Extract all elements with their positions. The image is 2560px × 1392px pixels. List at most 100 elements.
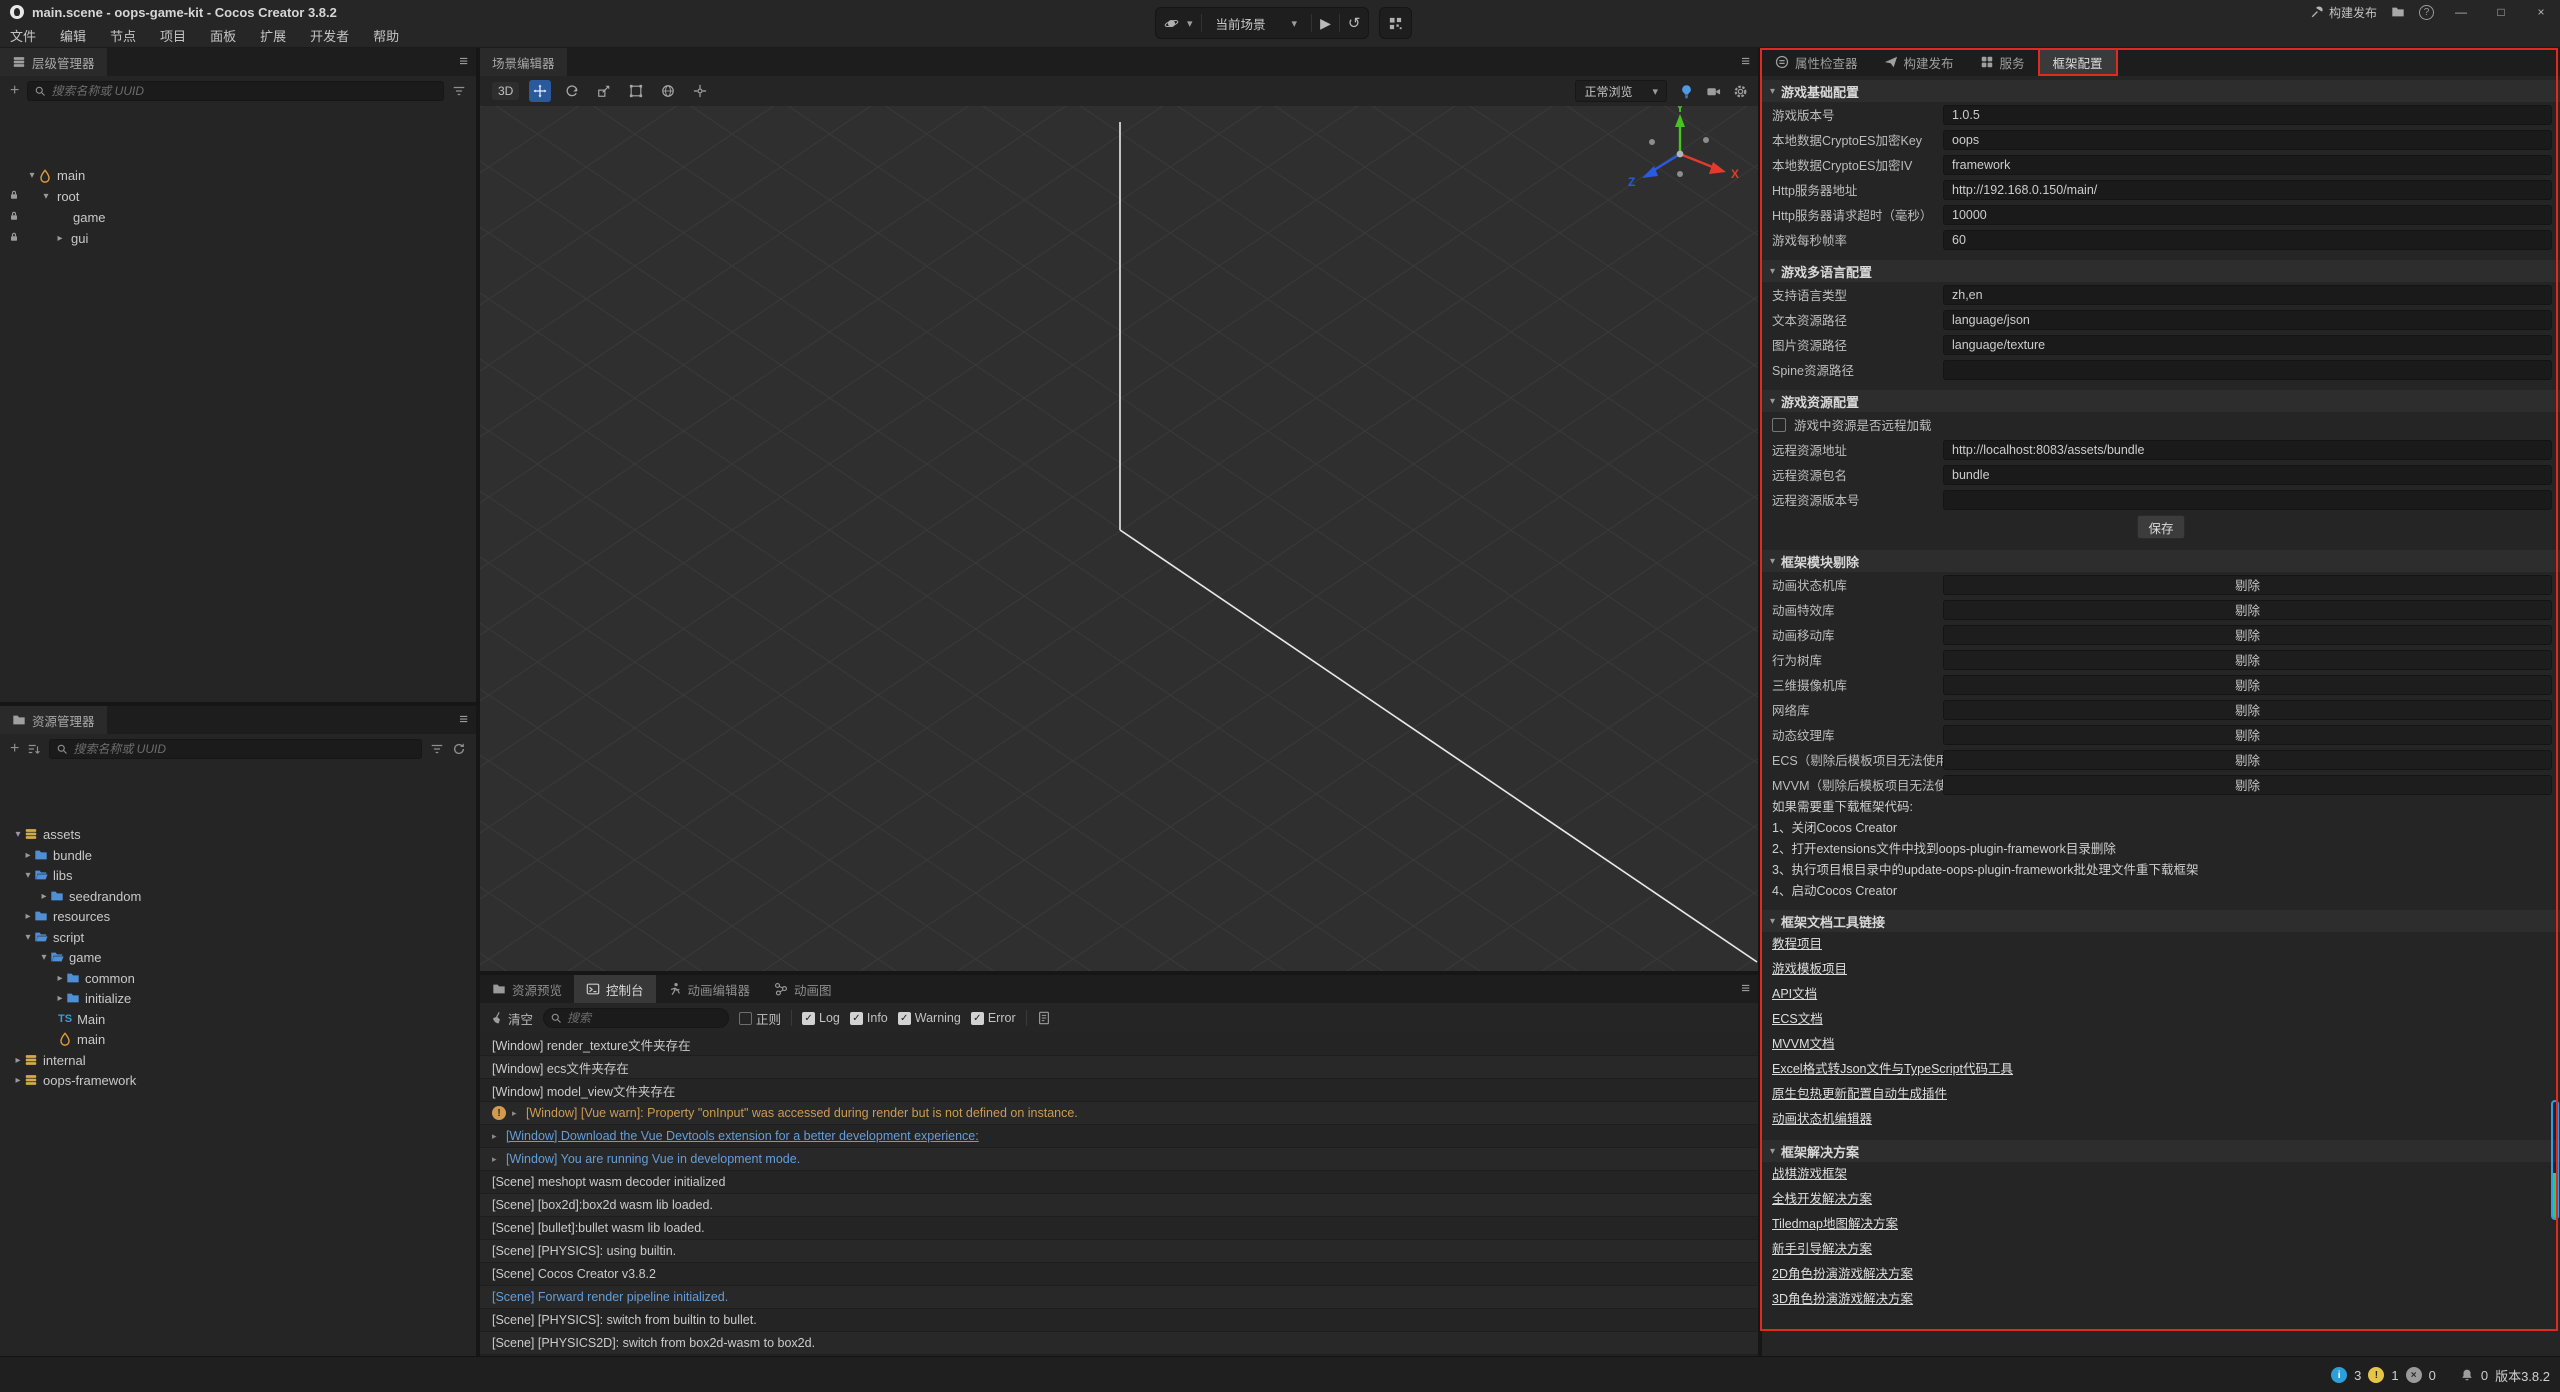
scene-camera-icon[interactable] xyxy=(1706,84,1721,99)
http-timeout-input[interactable] xyxy=(1943,205,2552,225)
tab-framework-config[interactable]: 框架配置 xyxy=(2038,48,2118,76)
remove-module-button[interactable]: 剔除 xyxy=(1943,750,2552,770)
info-count-icon[interactable]: i xyxy=(2331,1367,2347,1383)
scale-tool-button[interactable] xyxy=(593,80,615,102)
preview-target-chevron-icon[interactable]: ▾ xyxy=(1187,17,1193,30)
console-line[interactable]: [Scene] [box2d]:box2d wasm lib loaded. xyxy=(480,1194,1758,1217)
link-game-template-project[interactable]: 游戏模板项目 xyxy=(1772,957,1847,982)
tab-scene-editor[interactable]: 场景编辑器 xyxy=(480,48,567,76)
asset-node-game[interactable]: ▾ game xyxy=(0,947,476,967)
tab-hierarchy[interactable]: 层级管理器 xyxy=(0,48,107,76)
filter-info-checkbox[interactable]: ✓Info xyxy=(850,1011,888,1025)
filter-error-checkbox[interactable]: ✓Error xyxy=(971,1011,1016,1025)
asset-node-libs[interactable]: ▾ libs xyxy=(0,865,476,885)
expand-icon[interactable]: ▾ xyxy=(26,170,38,181)
text-res-path-input[interactable] xyxy=(1943,310,2552,330)
launch-scene-select[interactable]: 当前场景 ▾ xyxy=(1210,14,1304,33)
asset-node-resources[interactable]: ▸ resources xyxy=(0,906,476,926)
collapse-icon[interactable]: ▸ xyxy=(12,1075,24,1086)
link-war-chess-framework[interactable]: 战棋游戏框架 xyxy=(1772,1162,1847,1187)
remote-res-url-input[interactable] xyxy=(1943,440,2552,460)
remote-load-checkbox-row[interactable]: 游戏中资源是否远程加载 xyxy=(1762,412,2560,437)
hierarchy-menu-icon[interactable]: ≡ xyxy=(459,53,468,70)
hierarchy-search[interactable] xyxy=(27,81,444,101)
tab-property-inspector[interactable]: 属性检查器 xyxy=(1762,48,1871,76)
move-tool-button[interactable] xyxy=(529,80,551,102)
link-mvvm-docs[interactable]: MVVM文档 xyxy=(1772,1032,1835,1057)
asset-node-main-scene[interactable]: main xyxy=(0,1029,476,1049)
hierarchy-node-gui[interactable]: ▸ gui xyxy=(0,228,476,249)
link-api-docs[interactable]: API文档 xyxy=(1772,982,1817,1007)
collapse-icon[interactable]: ▸ xyxy=(54,973,66,984)
tab-asset-preview[interactable]: 资源预览 xyxy=(480,975,574,1003)
console-line[interactable]: [Scene] [PHYSICS]: switch from builtin t… xyxy=(480,1309,1758,1332)
minimize-button[interactable]: — xyxy=(2448,5,2474,19)
expand-icon[interactable]: ▾ xyxy=(40,191,52,202)
assets-search[interactable] xyxy=(49,739,422,759)
remove-module-button[interactable]: 剔除 xyxy=(1943,725,2552,745)
console-line[interactable]: [Scene] [PHYSICS]: using builtin. xyxy=(480,1240,1758,1263)
link-tiledmap-solution[interactable]: Tiledmap地图解决方案 xyxy=(1772,1212,1898,1237)
menu-project[interactable]: 项目 xyxy=(160,26,186,45)
languages-input[interactable] xyxy=(1943,285,2552,305)
menu-developer[interactable]: 开发者 xyxy=(310,26,349,45)
asset-node-assets[interactable]: ▾ assets xyxy=(0,824,476,844)
scene-gear-icon[interactable] xyxy=(1733,84,1748,99)
menu-node[interactable]: 节点 xyxy=(110,26,136,45)
http-server-input[interactable] xyxy=(1943,180,2552,200)
hierarchy-search-input[interactable] xyxy=(51,84,437,98)
build-publish-button[interactable]: 构建发布 xyxy=(2310,4,2377,21)
project-folder-icon[interactable] xyxy=(2391,5,2405,19)
play-button[interactable]: ▶ xyxy=(1320,15,1331,32)
expand-icon[interactable]: ▾ xyxy=(22,932,34,943)
filter-warning-checkbox[interactable]: ✓Warning xyxy=(898,1011,961,1025)
collapse-icon[interactable]: ▸ xyxy=(54,993,66,1004)
link-fullstack-solution[interactable]: 全栈开发解决方案 xyxy=(1772,1187,1872,1212)
refresh-icon[interactable] xyxy=(452,742,466,756)
expand-icon[interactable]: ▸ xyxy=(492,1131,506,1142)
lighting-toggle-icon[interactable] xyxy=(1679,84,1694,99)
filter-log-checkbox[interactable]: ✓Log xyxy=(802,1011,840,1025)
create-node-button[interactable]: + xyxy=(10,83,19,99)
fps-input[interactable] xyxy=(1943,230,2552,250)
view-mode-select[interactable]: 正常浏览 ▾ xyxy=(1575,80,1667,102)
warning-count-icon[interactable]: ! xyxy=(2368,1367,2384,1383)
menu-edit[interactable]: 编辑 xyxy=(60,26,86,45)
expand-icon[interactable]: ▸ xyxy=(492,1154,506,1165)
bell-icon[interactable] xyxy=(2460,1368,2474,1382)
preview-qr-button[interactable] xyxy=(1379,7,1412,39)
error-count-icon[interactable]: × xyxy=(2406,1367,2422,1383)
asset-node-initialize[interactable]: ▸ initialize xyxy=(0,988,476,1008)
console-line-warning[interactable]: ! ▸ [Window] [Vue warn]: Property "onInp… xyxy=(480,1102,1758,1125)
link-2d-rpg-solution[interactable]: 2D角色扮演游戏解决方案 xyxy=(1772,1262,1913,1287)
pivot-toggle-button[interactable] xyxy=(689,80,711,102)
section-framework-solutions[interactable]: ▾ 框架解决方案 xyxy=(1762,1140,2560,1162)
remove-module-button[interactable]: 剔除 xyxy=(1943,625,2552,645)
crypto-iv-input[interactable] xyxy=(1943,155,2552,175)
filter-icon[interactable] xyxy=(430,742,444,756)
regex-checkbox[interactable]: 正则 xyxy=(739,1009,781,1028)
tab-console[interactable]: 控制台 xyxy=(574,975,656,1003)
console-line[interactable]: [Window] ecs文件夹存在 xyxy=(480,1056,1758,1079)
section-docs-tools-links[interactable]: ▾ 框架文档工具链接 xyxy=(1762,910,2560,932)
asset-node-main-ts[interactable]: TS Main xyxy=(0,1009,476,1029)
scene-menu-icon[interactable]: ≡ xyxy=(1741,53,1750,70)
hierarchy-node-root[interactable]: ▾ root xyxy=(0,186,476,207)
collapse-icon[interactable]: ▸ xyxy=(22,850,34,861)
assets-search-input[interactable] xyxy=(73,742,415,756)
orientation-gizmo[interactable]: Y X Z xyxy=(1618,106,1748,202)
console-clear-button[interactable]: 清空 xyxy=(490,1009,533,1028)
remove-module-button[interactable]: 剔除 xyxy=(1943,650,2552,670)
collapse-icon[interactable]: ▸ xyxy=(12,1055,24,1066)
hierarchy-node-main[interactable]: ▾ main xyxy=(0,165,476,186)
link-excel-tool[interactable]: Excel格式转Json文件与TypeScript代码工具 xyxy=(1772,1057,2013,1082)
collapse-icon[interactable]: ▸ xyxy=(22,911,34,922)
scene-viewport[interactable]: Y X Z xyxy=(480,106,1758,971)
console-line[interactable]: [Scene] [PHYSICS2D]: switch from box2d-w… xyxy=(480,1332,1758,1355)
menu-extension[interactable]: 扩展 xyxy=(260,26,286,45)
remove-module-button[interactable]: 剔除 xyxy=(1943,675,2552,695)
asset-node-internal[interactable]: ▸ internal xyxy=(0,1050,476,1070)
console-line-info[interactable]: ▸ [Window] You are running Vue in develo… xyxy=(480,1148,1758,1171)
rect-tool-button[interactable] xyxy=(625,80,647,102)
console-line-info[interactable]: ▸ [Window] Download the Vue Devtools ext… xyxy=(480,1125,1758,1148)
